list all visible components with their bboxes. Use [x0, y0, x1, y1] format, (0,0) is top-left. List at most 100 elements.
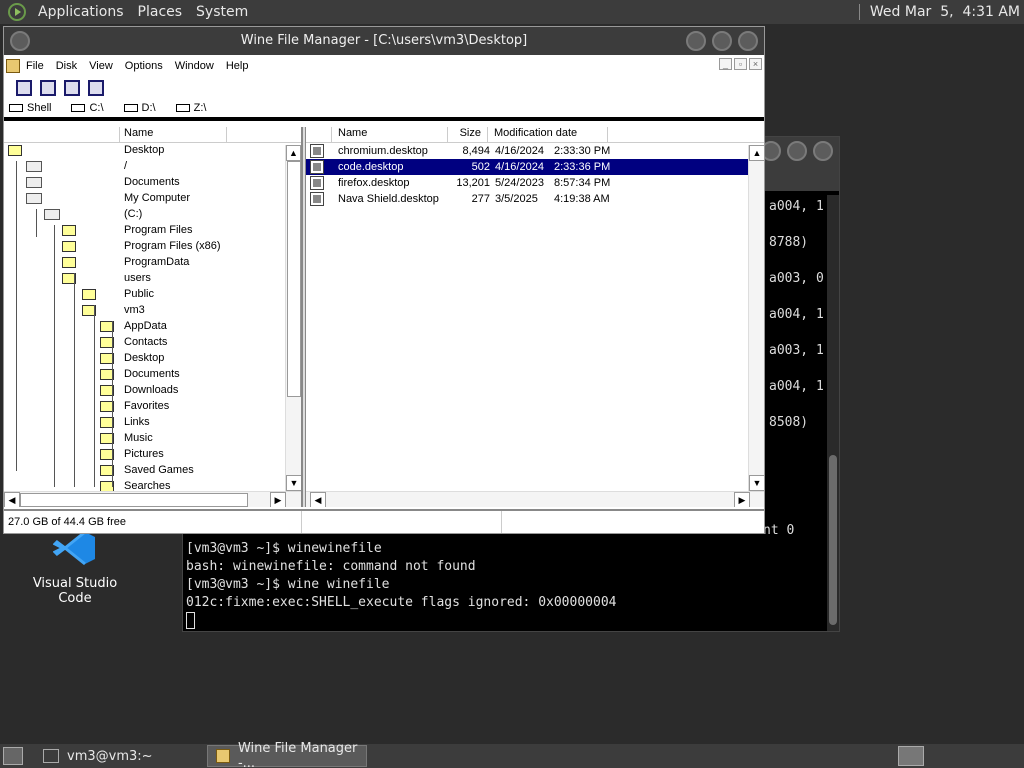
panel-separator: [858, 4, 860, 20]
tree-item[interactable]: /: [4, 159, 301, 175]
tree-item[interactable]: Desktop: [4, 351, 301, 367]
file-list-pane[interactable]: Name Size Modification date chromium.des…: [306, 127, 764, 507]
minimize-button[interactable]: [686, 31, 706, 51]
mdi-minimize-button[interactable]: _: [719, 58, 732, 70]
tree-item[interactable]: Links: [4, 415, 301, 431]
file-row[interactable]: chromium.desktop 8,494 4/16/2024 2:33:30 PM: [306, 143, 748, 159]
tree-item-label: Saved Games: [124, 464, 194, 476]
file-row[interactable]: firefox.desktop 13,201 5/24/2023 8:57:34 PM: [306, 175, 748, 191]
mdi-restore-button[interactable]: ▫: [734, 58, 747, 70]
drive-label: Z:\: [193, 102, 207, 114]
cascade-windows-icon[interactable]: [40, 80, 56, 96]
window-title: Wine File Manager - [C:\users\vm3\Deskto…: [240, 33, 528, 48]
tree-item[interactable]: Pictures: [4, 447, 301, 463]
tile-horizontal-icon[interactable]: [64, 80, 80, 96]
status-bar: 27.0 GB of 44.4 GB free: [4, 509, 764, 533]
column-header-name[interactable]: Name: [332, 127, 448, 142]
tree-item[interactable]: users: [4, 271, 301, 287]
menu-options[interactable]: Options: [125, 60, 163, 72]
tree-item[interactable]: Music: [4, 431, 301, 447]
show-desktop-icon[interactable]: [3, 747, 23, 765]
applications-logo-icon[interactable]: [8, 3, 26, 21]
tree-item[interactable]: Public: [4, 287, 301, 303]
tree-rows: Desktop / Documents My Computer (C:) Program …: [4, 143, 301, 495]
maximize-button[interactable]: [712, 31, 732, 51]
tree-item[interactable]: Documents: [4, 175, 301, 191]
column-header-modified[interactable]: Modification date: [488, 127, 608, 142]
tree-item[interactable]: ProgramData: [4, 255, 301, 271]
scroll-up-icon[interactable]: ▲: [286, 145, 301, 161]
files-vertical-scrollbar[interactable]: ▲ ▼: [748, 145, 764, 491]
workspace-switcher-icon[interactable]: [898, 746, 924, 766]
tree-horizontal-scrollbar[interactable]: ◀ ▶: [4, 491, 301, 507]
tree-vertical-scrollbar[interactable]: ▲ ▼: [285, 145, 301, 491]
tree-item[interactable]: vm3: [4, 303, 301, 319]
tree-item[interactable]: AppData: [4, 319, 301, 335]
file-row[interactable]: code.desktop 502 4/16/2024 2:33:36 PM: [306, 159, 748, 175]
tree-connector-line: [112, 321, 113, 487]
menu-disk[interactable]: Disk: [56, 60, 77, 72]
mdi-close-button[interactable]: ×: [749, 58, 762, 70]
tree-connector-line: [36, 209, 37, 237]
wine-titlebar[interactable]: Wine File Manager - [C:\users\vm3\Deskto…: [4, 27, 764, 55]
drive-c[interactable]: C:\: [71, 102, 104, 114]
menu-view[interactable]: View: [89, 60, 113, 72]
files-horizontal-scrollbar[interactable]: ◀ ▶: [306, 491, 764, 507]
tree-item[interactable]: Downloads: [4, 383, 301, 399]
scroll-right-icon[interactable]: ▶: [270, 492, 286, 507]
column-header-size[interactable]: Size: [448, 127, 488, 142]
scrollbar-thumb[interactable]: [287, 161, 301, 397]
file-row[interactable]: Nava Shield.desktop 277 3/5/2025 4:19:38 AM: [306, 191, 748, 207]
file-time: 8:57:34 PM: [554, 177, 611, 189]
tree-item[interactable]: Program Files (x86): [4, 239, 301, 255]
tree-item-label: (C:): [124, 208, 143, 220]
tile-vertical-icon[interactable]: [88, 80, 104, 96]
scroll-down-icon[interactable]: ▼: [749, 475, 764, 491]
toolbar: [4, 77, 764, 99]
scrollbar-thumb[interactable]: [20, 493, 248, 507]
taskbar-item-terminal[interactable]: vm3@vm3:~: [35, 745, 195, 767]
connect-drive-icon[interactable]: [16, 80, 32, 96]
drive-d[interactable]: D:\: [123, 102, 156, 114]
file-list-header: Name Size Modification date: [306, 127, 764, 143]
terminal-line: [vm3@vm3 ~]$ winewinefile: [186, 541, 382, 556]
menu-system[interactable]: System: [196, 4, 248, 20]
scrollbar-thumb[interactable]: [829, 455, 837, 625]
taskbar-item-winefile[interactable]: Wine File Manager -...: [207, 741, 367, 768]
tree-item[interactable]: My Computer: [4, 191, 301, 207]
window-menu-button[interactable]: [10, 31, 30, 51]
file-rows: chromium.desktop 8,494 4/16/2024 2:33:30 PM…: [306, 143, 764, 207]
scroll-right-icon[interactable]: ▶: [734, 492, 750, 507]
directory-tree-pane[interactable]: Name Desktop / Documents My Computer (C:) Pro…: [4, 127, 302, 507]
maximize-button[interactable]: [787, 141, 807, 161]
tree-item[interactable]: (C:): [4, 207, 301, 223]
status-cell: [302, 511, 502, 533]
close-button[interactable]: [738, 31, 758, 51]
wine-file-manager-window[interactable]: Wine File Manager - [C:\users\vm3\Deskto…: [3, 26, 765, 534]
drive-shell[interactable]: Shell: [9, 102, 51, 114]
menu-applications[interactable]: Applications: [38, 4, 124, 20]
tree-item[interactable]: Contacts: [4, 335, 301, 351]
scroll-left-icon[interactable]: ◀: [310, 492, 326, 507]
menu-window[interactable]: Window: [175, 60, 214, 72]
tree-item[interactable]: Documents: [4, 367, 301, 383]
clock[interactable]: Wed Mar 5, 4:31 AM: [870, 4, 1020, 20]
scroll-left-icon[interactable]: ◀: [4, 492, 20, 507]
terminal-output[interactable]: [vm3@vm3 ~]$ winewinefile bash: winewine…: [186, 540, 616, 630]
scroll-up-icon[interactable]: ▲: [749, 145, 764, 161]
terminal-scrollbar[interactable]: [827, 195, 839, 631]
menu-help[interactable]: Help: [226, 60, 249, 72]
tree-item[interactable]: Favorites: [4, 399, 301, 415]
drive-icon: [175, 104, 190, 112]
menu-places[interactable]: Places: [138, 4, 183, 20]
tree-item[interactable]: Program Files: [4, 223, 301, 239]
winefile-app-icon[interactable]: [6, 59, 20, 73]
drive-z[interactable]: Z:\: [175, 102, 207, 114]
tree-header-name[interactable]: Name: [120, 127, 227, 142]
tree-item[interactable]: Saved Games: [4, 463, 301, 479]
tree-item[interactable]: Desktop: [4, 143, 301, 159]
menu-file[interactable]: File: [26, 60, 44, 72]
scroll-down-icon[interactable]: ▼: [286, 475, 301, 491]
desktop-icon-vscode[interactable]: Visual Studio Code: [18, 530, 132, 606]
close-button[interactable]: [813, 141, 833, 161]
